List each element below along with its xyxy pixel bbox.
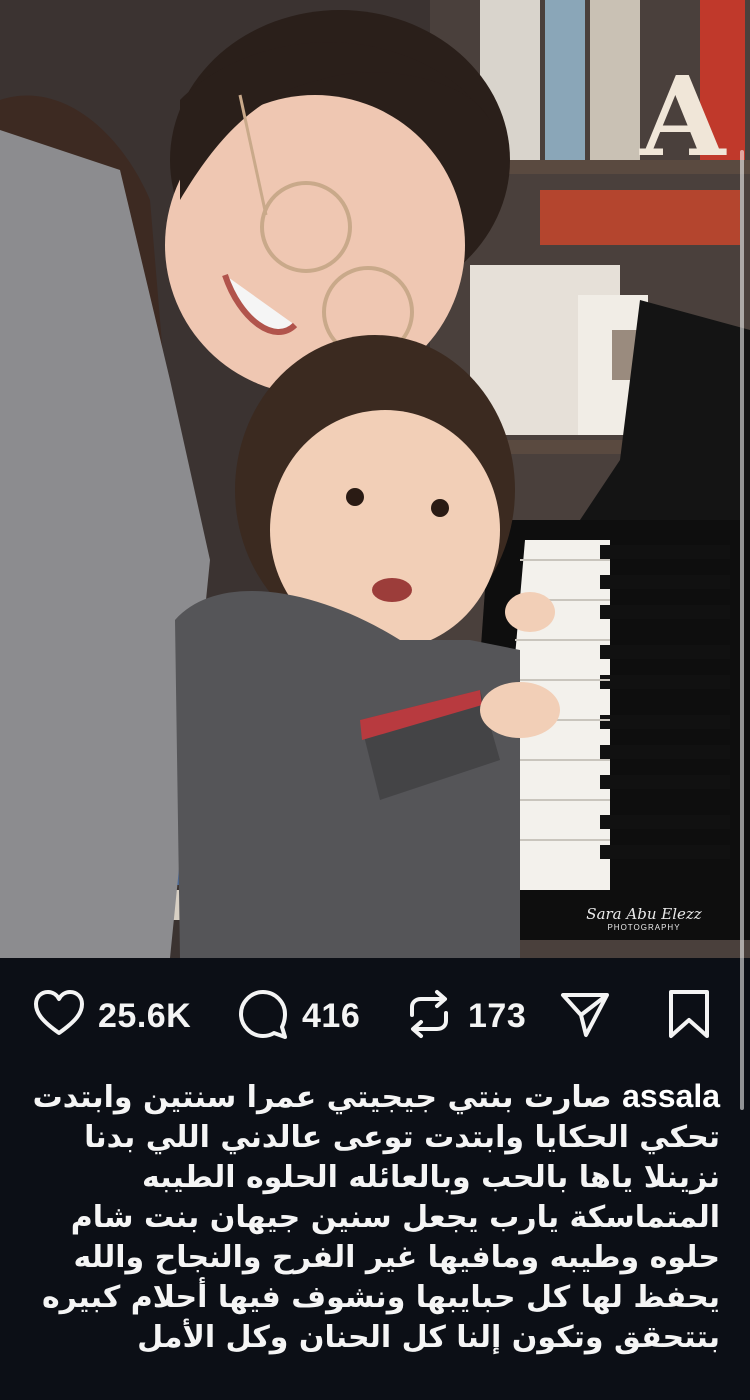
share-icon (558, 987, 612, 1046)
caption-text: صارت بنتي جيجيتي عمرا سنتين وابتدت تحكي … (32, 1080, 720, 1355)
bookmark-button[interactable] (662, 988, 716, 1044)
share-button[interactable] (558, 988, 612, 1044)
comment-count: 416 (302, 996, 361, 1035)
comment-button[interactable]: 416 (236, 988, 360, 1044)
svg-text:A: A (639, 52, 727, 181)
repost-button[interactable]: 173 (402, 988, 526, 1044)
post-action-bar: 25.6K 416 173 (0, 958, 750, 1076)
photo-watermark: Sara Abu Elezz PHOTOGRAPHY (584, 905, 704, 932)
post-caption: assala صارت بنتي جيجيتي عمرا سنتين وابتد… (28, 1076, 720, 1358)
heart-icon (32, 987, 86, 1046)
like-button[interactable]: 25.6K (32, 988, 191, 1044)
watermark-name: Sara Abu Elezz (586, 905, 702, 923)
caption-username[interactable]: assala (622, 1078, 720, 1114)
watermark-subtitle: PHOTOGRAPHY (607, 923, 681, 932)
repost-icon (402, 987, 456, 1046)
post-photo[interactable]: A Sara Abu Elezz PHOTOGRAPHY (0, 0, 750, 958)
repost-count: 173 (468, 996, 527, 1035)
like-count: 25.6K (98, 996, 192, 1035)
photo-illustration: A (0, 0, 750, 958)
comment-icon (236, 987, 290, 1046)
bookmark-icon (662, 987, 716, 1046)
